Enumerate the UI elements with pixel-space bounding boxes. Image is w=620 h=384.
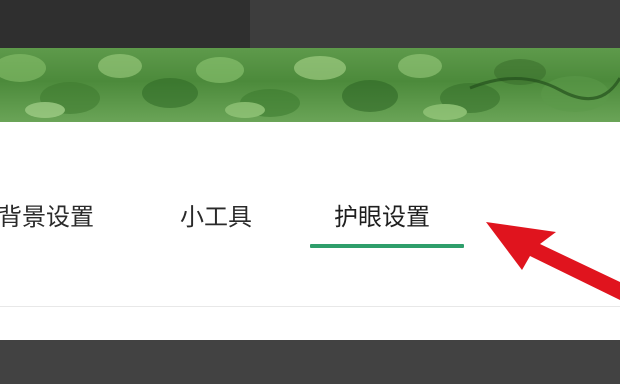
top-bar <box>0 0 620 48</box>
settings-panel: 背景设置 小工具 护眼设置 <box>0 122 620 340</box>
top-bar-left-block <box>0 0 250 48</box>
screenshot-root: 背景设置 小工具 护眼设置 <box>0 0 620 384</box>
leaf-pattern <box>0 54 620 120</box>
tab-background-settings[interactable]: 背景设置 <box>0 200 94 234</box>
tab-eye-protection-settings[interactable]: 护眼设置 <box>334 200 430 234</box>
bottom-bar <box>0 340 620 384</box>
active-tab-underline <box>310 244 464 248</box>
tab-widgets[interactable]: 小工具 <box>180 200 252 234</box>
panel-divider <box>0 306 620 307</box>
leaf-banner-image <box>0 48 620 122</box>
